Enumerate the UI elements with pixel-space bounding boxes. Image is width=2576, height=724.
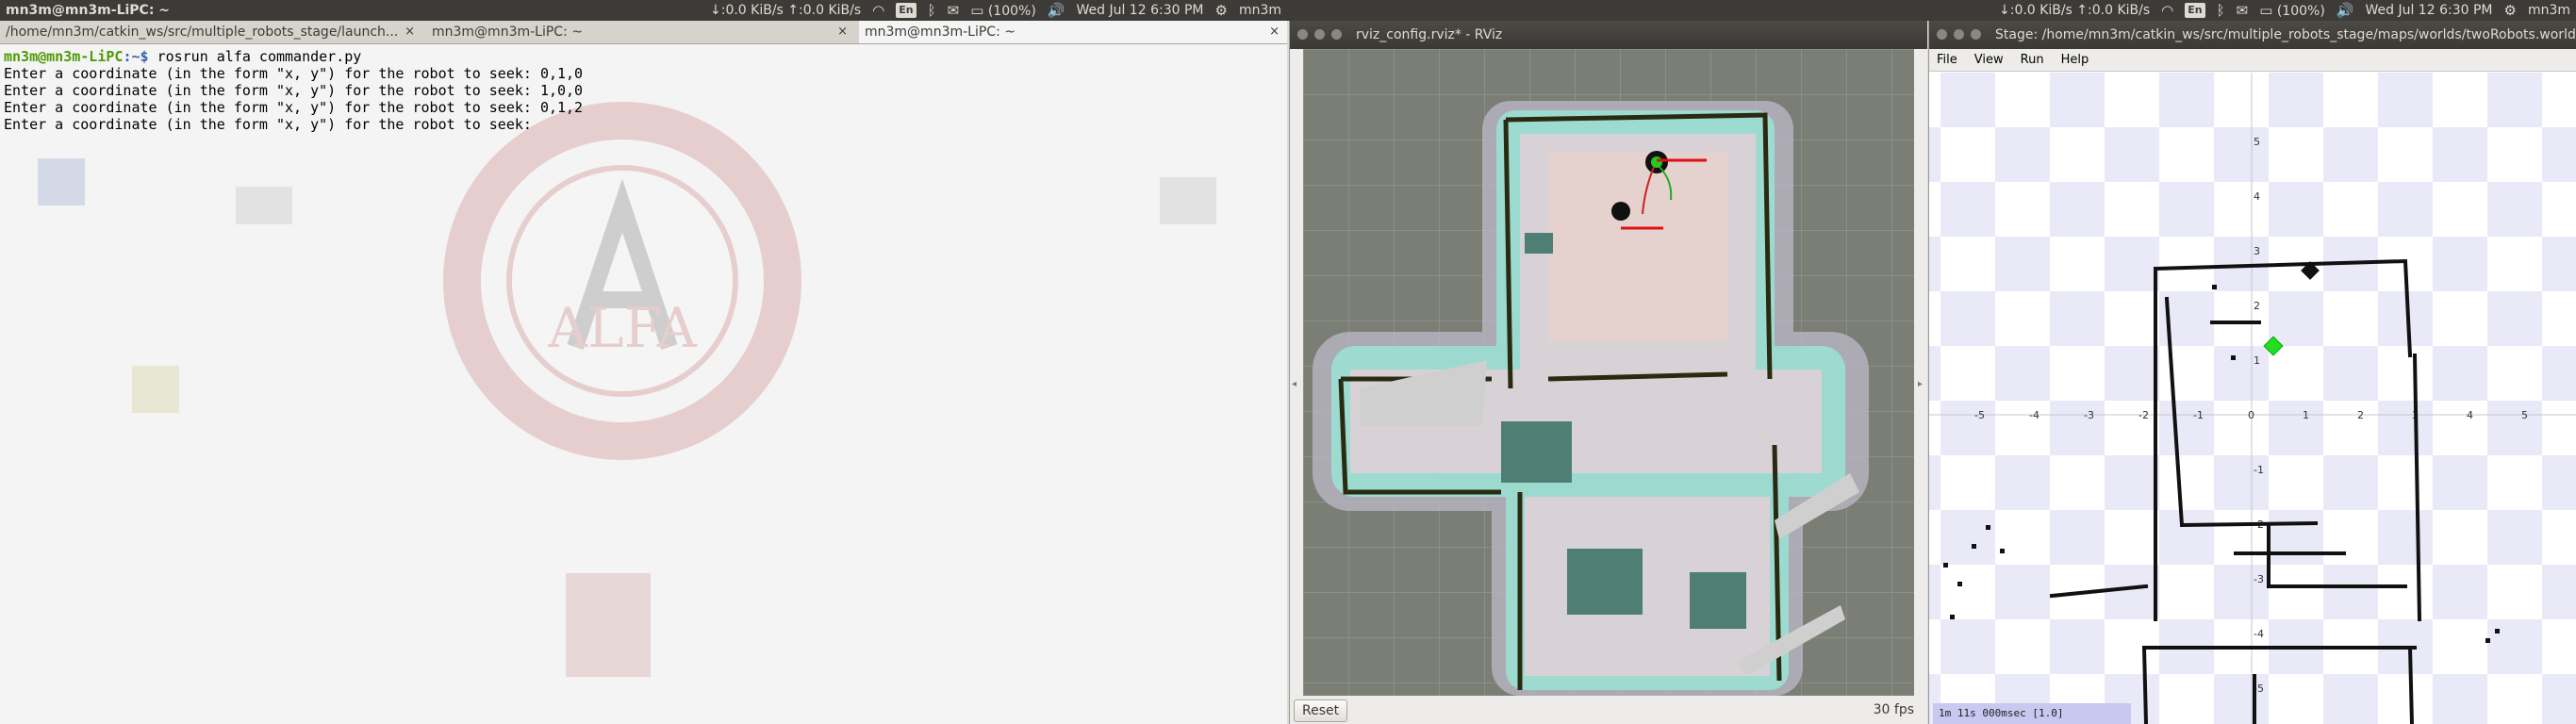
tab-label: /home/mn3m/catkin_ws/src/multiple_robots… — [6, 25, 399, 40]
close-icon[interactable]: × — [837, 21, 848, 43]
x-tick-label: 2 — [2357, 409, 2364, 421]
x-tick-label: -4 — [2029, 409, 2039, 421]
rviz-status-bar: Reset 30 fps — [1290, 696, 1927, 724]
network-speed-right[interactable]: ↓:0.0 KiB/s ↑:0.0 KiB/s — [1999, 0, 2150, 21]
bluetooth-icon[interactable]: ᛒ — [928, 0, 936, 21]
stage-title: Stage: /home/mn3m/catkin_ws/src/multiple… — [1995, 27, 2576, 42]
battery-icon: ▭ — [2259, 1, 2273, 19]
indicator-area-right: ↓:0.0 KiB/s ↑:0.0 KiB/s ◠ En ᛒ ✉ ▭ (100%… — [1999, 0, 2570, 21]
stage-menubar: File View Run Help — [1929, 49, 2576, 72]
volume-icon[interactable]: 🔊 — [2337, 0, 2354, 21]
indicator-area: ↓:0.0 KiB/s ↑:0.0 KiB/s ◠ En ᛒ ✉ ▭ (100%… — [710, 0, 1281, 21]
output-line: Enter a coordinate (in the form "x, y") … — [4, 99, 584, 116]
terminal-tab-bar: /home/mn3m/catkin_ws/src/multiple_robots… — [0, 21, 1287, 44]
keyboard-layout-indicator-right[interactable]: En — [2185, 3, 2205, 18]
minimize-icon[interactable] — [1314, 29, 1325, 40]
settings-gear-icon[interactable]: ⚙ — [1214, 0, 1227, 21]
rviz-window: rviz_config.rviz* - RViz ◂ ▸ Reset 30 fp… — [1289, 21, 1927, 724]
output-line: Enter a coordinate (in the form "x, y") … — [4, 82, 584, 99]
settings-gear-icon[interactable]: ⚙ — [2503, 0, 2516, 21]
y-tick-label: 4 — [2254, 190, 2260, 203]
bluetooth-icon[interactable]: ᛒ — [2217, 0, 2225, 21]
terminal-tab-2[interactable]: mn3m@mn3m-LiPC: ~ × — [426, 21, 855, 43]
mail-icon[interactable]: ✉ — [2237, 0, 2249, 21]
maximize-icon[interactable] — [1971, 29, 1981, 40]
left-splitter-handle-icon[interactable]: ◂ — [1292, 379, 1296, 389]
rviz-costmap-render — [1303, 49, 1914, 696]
user-name-right[interactable]: mn3m — [2528, 0, 2570, 21]
stage-window: Stage: /home/mn3m/catkin_ws/src/multiple… — [1928, 21, 2576, 724]
output-line: Enter a coordinate (in the form "x, y") … — [4, 116, 532, 133]
y-tick-label: 3 — [2254, 245, 2260, 257]
right-splitter-handle-icon[interactable]: ▸ — [1918, 379, 1923, 389]
y-tick-label: -4 — [2254, 628, 2264, 640]
clock[interactable]: Wed Jul 12 6:30 PM — [1076, 0, 1203, 21]
x-tick-label: -3 — [2084, 409, 2094, 421]
prompt-user: mn3m@mn3m-LiPC — [4, 48, 124, 65]
command-text: rosrun alfa commander.py — [157, 48, 362, 65]
x-tick-label: -1 — [2193, 409, 2204, 421]
rviz-title: rviz_config.rviz* - RViz — [1356, 27, 1503, 42]
tab-label: mn3m@mn3m-LiPC: ~ — [432, 25, 583, 40]
y-tick-label: 2 — [2254, 300, 2260, 312]
top-panel-left: mn3m@mn3m-LiPC: ~ ↓:0.0 KiB/s ↑:0.0 KiB/… — [0, 0, 1287, 21]
stage-world-canvas: -5 -4 -3 -2 -1 0 1 2 3 4 554321-1-2-3-4-5 — [1929, 73, 2576, 724]
rviz-3d-view[interactable] — [1303, 49, 1914, 696]
x-tick-label: 0 — [2248, 409, 2254, 421]
close-icon[interactable]: × — [405, 21, 415, 43]
fps-readout: 30 fps — [1873, 702, 1914, 717]
x-tick-label: 1 — [2303, 409, 2309, 421]
y-tick-label: -1 — [2254, 464, 2264, 476]
mail-icon[interactable]: ✉ — [948, 0, 960, 21]
reset-button[interactable]: Reset — [1294, 699, 1348, 722]
x-tick-label: -2 — [2138, 409, 2149, 421]
y-tick-label: -3 — [2254, 573, 2264, 585]
maximize-icon[interactable] — [1331, 29, 1342, 40]
prompt-path: :~$ — [123, 48, 157, 65]
keyboard-layout-indicator[interactable]: En — [896, 3, 916, 18]
battery-indicator-right[interactable]: ▭ (100%) — [2259, 0, 2325, 21]
stage-world-view[interactable]: -5 -4 -3 -2 -1 0 1 2 3 4 5 5 4 3 2 1 -1 -2 -3 -4 -5 — [1929, 73, 2576, 724]
menu-file[interactable]: File — [1937, 49, 1957, 71]
clock-right[interactable]: Wed Jul 12 6:30 PM — [2365, 0, 2492, 21]
tab-label: mn3m@mn3m-LiPC: ~ — [865, 25, 1016, 40]
network-speed[interactable]: ↓:0.0 KiB/s ↑:0.0 KiB/s — [710, 0, 861, 21]
wallpaper-text: ALFA — [547, 296, 698, 360]
terminal-output[interactable]: mn3m@mn3m-LiPC:~$ rosrun alfa commander.… — [4, 48, 583, 133]
terminal-tab-3[interactable]: mn3m@mn3m-LiPC: ~ × — [859, 21, 1287, 43]
output-line: Enter a coordinate (in the form "x, y") … — [4, 65, 584, 82]
wifi-icon[interactable]: ◠ — [2161, 0, 2173, 21]
active-window-title: mn3m@mn3m-LiPC: ~ — [6, 3, 171, 18]
terminal-tab-1[interactable]: /home/mn3m/catkin_ws/src/multiple_robots… — [0, 21, 422, 43]
battery-percent: (100%) — [987, 3, 1036, 19]
battery-indicator[interactable]: ▭ (100%) — [970, 0, 1036, 21]
y-tick-label: 1 — [2254, 354, 2260, 367]
top-panel-right: ↓:0.0 KiB/s ↑:0.0 KiB/s ◠ En ᛒ ✉ ▭ (100%… — [1287, 0, 2576, 21]
wifi-icon[interactable]: ◠ — [872, 0, 884, 21]
stage-titlebar: Stage: /home/mn3m/catkin_ws/src/multiple… — [1929, 21, 2576, 49]
x-tick-label: 4 — [2467, 409, 2473, 421]
wallpaper-logo: ALFA — [38, 102, 1216, 677]
close-icon[interactable] — [1937, 29, 1947, 40]
user-name[interactable]: mn3m — [1239, 0, 1281, 21]
close-icon[interactable] — [1297, 29, 1308, 40]
close-icon[interactable]: × — [1269, 21, 1280, 43]
menu-view[interactable]: View — [1974, 49, 2004, 71]
x-tick-label: 5 — [2521, 409, 2528, 421]
terminal-window: ALFA /home/mn3m/catkin_ws/src/multiple_r… — [0, 21, 1287, 724]
stage-sim-clock: 1m 11s 000msec [1.0] — [1933, 703, 2131, 724]
minimize-icon[interactable] — [1954, 29, 1964, 40]
battery-icon: ▭ — [970, 1, 984, 19]
volume-icon[interactable]: 🔊 — [1048, 0, 1065, 21]
battery-percent: (100%) — [2276, 3, 2325, 19]
rviz-titlebar: rviz_config.rviz* - RViz — [1290, 21, 1927, 49]
menu-run[interactable]: Run — [2021, 49, 2044, 71]
y-tick-label: 5 — [2254, 136, 2260, 148]
menu-help[interactable]: Help — [2061, 49, 2089, 71]
x-tick-label: -5 — [1974, 409, 1985, 421]
